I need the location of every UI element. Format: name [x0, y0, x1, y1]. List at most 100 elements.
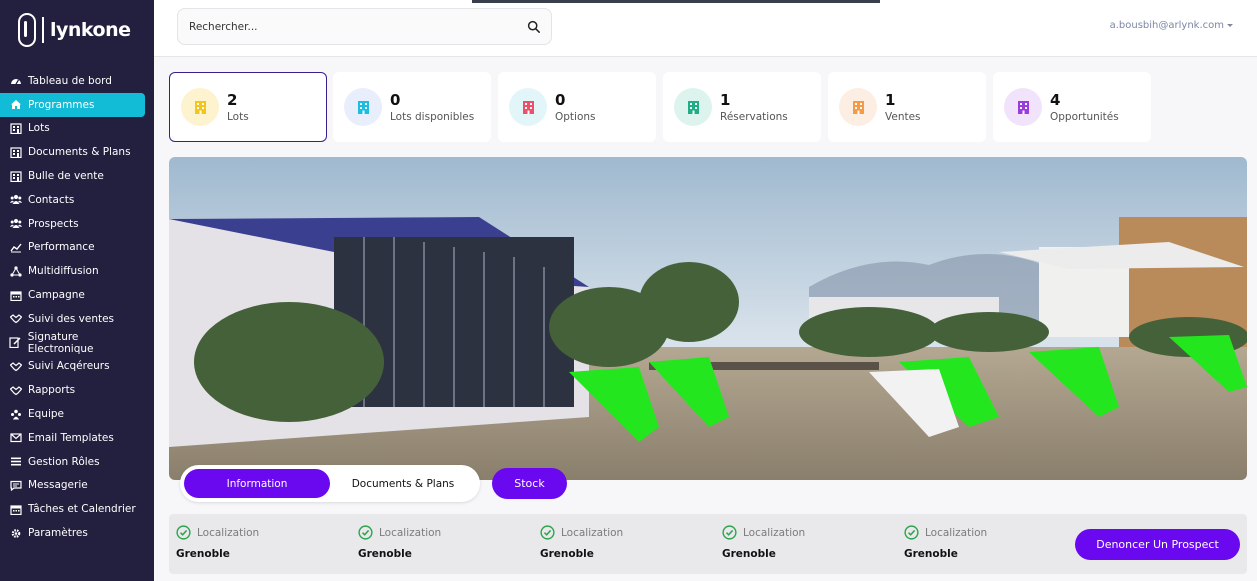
sidebar-item-label: Performance — [28, 241, 95, 254]
user-menu[interactable]: a.bousbih@arlynk.com — [1110, 20, 1233, 31]
building-icon — [9, 123, 22, 134]
stock-button[interactable]: Stock — [492, 468, 567, 499]
top-progress-strip — [472, 0, 880, 3]
home-icon — [9, 99, 22, 110]
info-value: Grenoble — [358, 548, 412, 560]
sidebar-item-label: Signature Electronique — [27, 330, 94, 355]
sidebar-item-campagne[interactable]: Campagne — [0, 283, 145, 307]
caret-down-icon — [1227, 24, 1233, 27]
info-label: Localization — [561, 526, 624, 539]
stat-card[interactable]: 0 Options — [498, 72, 656, 142]
chart-icon — [9, 242, 22, 253]
sidebar-nav: Tableau de bord Programmes Lots Documents &… — [0, 69, 154, 545]
sidebar-item-bulle-de-vente[interactable]: Bulle de vente — [0, 164, 145, 188]
stat-label: Lots disponibles — [390, 111, 475, 123]
tab-information[interactable]: Information — [184, 469, 330, 498]
search-input[interactable] — [189, 20, 527, 33]
signature-icon — [9, 337, 22, 349]
handshake-icon — [9, 385, 22, 396]
sidebar-item-contacts[interactable]: Contacts — [0, 188, 145, 212]
sidebar-item-label: Contacts — [28, 193, 75, 206]
handshake-icon — [9, 361, 22, 372]
building-icon — [9, 170, 22, 182]
sidebar-item-equipe[interactable]: Equipe — [0, 402, 145, 426]
stat-card[interactable]: 0 Lots disponibles — [333, 72, 491, 142]
stat-label: Opportunités — [1050, 111, 1119, 123]
sidebar-item-email-templates[interactable]: Email Templates — [0, 426, 145, 450]
sidebar-item-t-ches-et-calendrier[interactable]: Tâches et Calendrier — [0, 497, 145, 521]
building-icon — [9, 147, 22, 158]
logo-divider — [42, 17, 44, 43]
check-circle-icon — [904, 525, 919, 540]
sidebar-item-label: Suivi Acqéreurs — [28, 360, 110, 373]
logo-mark-icon — [18, 13, 36, 47]
sidebar-item-label: Tableau de bord — [28, 74, 112, 87]
sidebar-item-label: Bulle de vente — [28, 170, 104, 183]
users-icon — [9, 218, 22, 229]
sidebar-item-lots[interactable]: Lots — [0, 117, 145, 141]
sidebar-item-label: Documents & Plans — [28, 146, 131, 159]
building-icon — [674, 88, 712, 126]
list-icon — [9, 456, 22, 467]
stat-value: 2 — [227, 91, 238, 109]
sidebar-item-label: Multidiffusion — [28, 265, 99, 278]
sidebar-item-gestion-r-les[interactable]: Gestion Rôles — [0, 450, 145, 474]
stat-card[interactable]: 1 Réservations — [663, 72, 821, 142]
sidebar-item-label: Rapports — [28, 384, 76, 397]
sidebar-item-prospects[interactable]: Prospects — [0, 212, 145, 236]
sidebar-item-signature-electronique[interactable]: Signature Electronique — [0, 331, 145, 355]
denounce-prospect-button[interactable]: Denoncer Un Prospect — [1075, 529, 1240, 560]
calendar-icon — [9, 290, 22, 301]
stat-value: 1 — [720, 91, 731, 109]
sidebar-item-param-tres[interactable]: Paramètres — [0, 521, 145, 545]
stat-value: 1 — [885, 91, 896, 109]
building-icon — [839, 88, 877, 126]
sidebar-item-tableau-de-bord[interactable]: Tableau de bord — [0, 69, 145, 93]
sidebar-item-documents-plans[interactable]: Documents & Plans — [0, 140, 145, 164]
team-icon — [9, 409, 22, 420]
info-value: Grenoble — [176, 548, 230, 560]
stat-label: Options — [555, 111, 596, 123]
sidebar-item-label: Tâches et Calendrier — [28, 503, 136, 516]
sidebar-item-label: Messagerie — [28, 479, 88, 492]
info-header: Localization — [540, 525, 623, 540]
info-label: Localization — [379, 526, 442, 539]
info-value: Grenoble — [904, 548, 958, 560]
sidebar-item-label: Email Templates — [28, 431, 114, 444]
user-email: a.bousbih@arlynk.com — [1109, 20, 1224, 31]
info-header: Localization — [358, 525, 441, 540]
sidebar-item-multidiffusion[interactable]: Multidiffusion — [0, 259, 145, 283]
building-icon — [509, 88, 547, 126]
sidebar-item-rapports[interactable]: Rapports — [0, 378, 145, 402]
search-box — [177, 8, 552, 45]
info-label: Localization — [925, 526, 988, 539]
envelope-icon — [9, 432, 22, 443]
sidebar-item-suivi-des-ventes[interactable]: Suivi des ventes — [0, 307, 145, 331]
info-header: Localization — [904, 525, 987, 540]
sidebar: lynkone Tableau de bord Programmes Lots Doc… — [0, 0, 154, 581]
building-icon — [181, 88, 219, 126]
info-label: Localization — [743, 526, 806, 539]
brand-logo[interactable]: lynkone — [18, 12, 131, 48]
stat-card[interactable]: 4 Opportunités — [993, 72, 1151, 142]
handshake-icon — [9, 313, 22, 324]
program-tabs: Information Documents & Plans — [180, 465, 480, 502]
building-icon — [1004, 88, 1042, 126]
info-value: Grenoble — [722, 548, 776, 560]
sidebar-item-label: Gestion Rôles — [28, 455, 100, 468]
calendar-icon — [9, 504, 22, 515]
stat-card[interactable]: 2 Lots — [169, 72, 327, 142]
check-circle-icon — [176, 525, 191, 540]
stat-label: Lots — [227, 111, 249, 123]
sidebar-item-label: Suivi des ventes — [28, 312, 115, 325]
check-circle-icon — [540, 525, 555, 540]
sidebar-item-suivi-acq-reurs[interactable]: Suivi Acqéreurs — [0, 355, 145, 379]
sidebar-item-messagerie[interactable]: Messagerie — [0, 474, 145, 498]
program-hero-image — [169, 157, 1247, 480]
tab-documents-plans[interactable]: Documents & Plans — [332, 469, 474, 498]
search-icon[interactable] — [527, 20, 540, 33]
stat-card[interactable]: 1 Ventes — [828, 72, 986, 142]
dashboard-icon — [9, 75, 22, 86]
sidebar-item-programmes[interactable]: Programmes — [0, 92, 145, 117]
sidebar-item-performance[interactable]: Performance — [0, 236, 145, 260]
